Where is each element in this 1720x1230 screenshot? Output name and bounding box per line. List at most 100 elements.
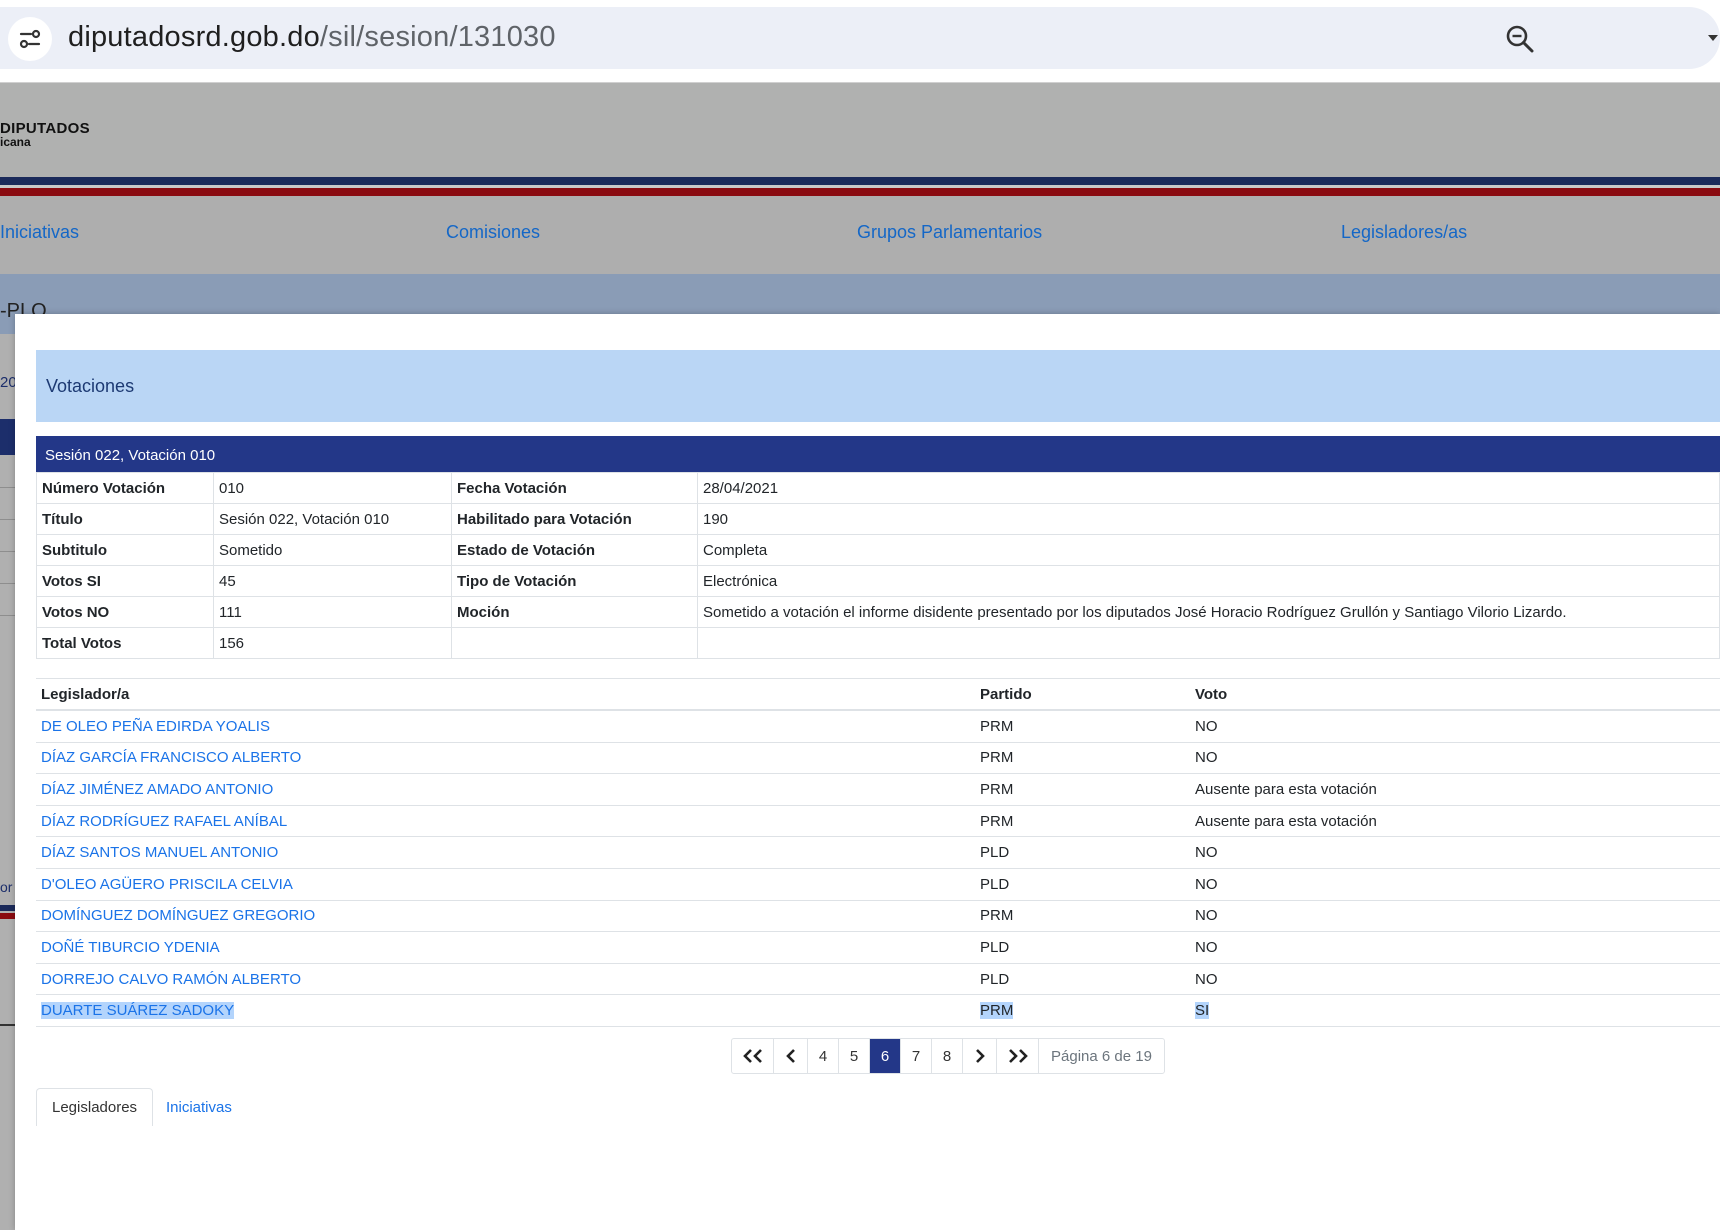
info-label: Estado de Votación — [451, 534, 698, 566]
legislator-link[interactable]: D'OLEO AGÜERO PRISCILA CELVIA — [41, 876, 293, 893]
page-6-button[interactable]: 6 — [870, 1039, 901, 1073]
vote-value: NO — [1195, 749, 1218, 767]
info-row: Número Votación 010 Fecha Votación 28/04/20… — [36, 472, 1720, 504]
party-value: PRM — [980, 749, 1014, 767]
legislator-link[interactable]: DÍAZ GARCÍA FRANCISCO ALBERTO — [41, 749, 301, 766]
table-row: DORREJO CALVO RAMÓN ALBERTO PLD NO — [36, 963, 1720, 996]
modal-title: Votaciones — [46, 376, 135, 396]
tab-iniciativas[interactable]: Iniciativas — [151, 1088, 247, 1126]
header-stripe-navy — [0, 177, 1720, 185]
vote-value: NO — [1195, 717, 1218, 735]
party-cell: PLD — [975, 836, 1190, 869]
info-row: Total Votos 156 — [36, 627, 1720, 659]
page-4-button[interactable]: 4 — [808, 1039, 839, 1073]
legislator-cell: D'OLEO AGÜERO PRISCILA CELVIA — [36, 868, 975, 901]
legislator-link[interactable]: DORREJO CALVO RAMÓN ALBERTO — [41, 971, 301, 988]
table-row: DÍAZ SANTOS MANUEL ANTONIO PLD NO — [36, 836, 1720, 869]
page-7-button[interactable]: 7 — [901, 1039, 932, 1073]
vote-cell: NO — [1190, 836, 1720, 869]
legislator-cell: DÍAZ GARCÍA FRANCISCO ALBERTO — [36, 742, 975, 775]
main-nav: Iniciativas Comisiones Grupos Parlamenta… — [0, 196, 1720, 274]
party-value: PLD — [980, 970, 1010, 988]
info-label: Total Votos — [36, 627, 214, 659]
nav-comisiones[interactable]: Comisiones — [446, 222, 540, 243]
side-fragment: or — [0, 879, 13, 895]
info-label: Fecha Votación — [451, 472, 698, 504]
tab-legisladores[interactable]: Legisladores — [36, 1088, 154, 1126]
address-bar[interactable]: diputadosrd.gob.do/sil/sesion/131030 — [0, 7, 1720, 69]
prev-page-button[interactable] — [774, 1039, 808, 1073]
chevron-down-icon[interactable] — [1708, 35, 1718, 41]
site-info-icon[interactable] — [8, 17, 52, 61]
nav-grupos-parlamentarios[interactable]: Grupos Parlamentarios — [857, 222, 1042, 243]
last-page-button[interactable] — [997, 1039, 1039, 1073]
side-divider — [0, 583, 15, 584]
info-value: 156 — [213, 627, 452, 659]
party-cell: PLD — [975, 931, 1190, 964]
info-label: Título — [36, 503, 214, 535]
vote-value: Ausente para esta votación — [1195, 812, 1377, 830]
party-cell: PRM — [975, 805, 1190, 838]
chevron-right-icon — [975, 1049, 985, 1063]
column-header-legislador: Legislador/a — [36, 678, 975, 711]
side-stripe-red — [0, 913, 15, 919]
first-page-button[interactable] — [732, 1039, 774, 1073]
table-row: DUARTE SUÁREZ SADOKY PRM SI — [36, 994, 1720, 1027]
table-row: DÍAZ GARCÍA FRANCISCO ALBERTO PRM NO — [36, 742, 1720, 775]
party-value: PRM — [980, 812, 1014, 830]
legislator-cell: DE OLEO PEÑA EDIRDA YOALIS — [36, 710, 975, 743]
vote-value: NO — [1195, 907, 1218, 925]
next-page-button[interactable] — [963, 1039, 997, 1073]
info-row: Subtitulo Sometido Estado de Votación Compl… — [36, 534, 1720, 566]
legislator-link[interactable]: DÍAZ JIMÉNEZ AMADO ANTONIO — [41, 781, 273, 798]
party-cell: PRM — [975, 710, 1190, 743]
legislator-cell: DOÑÉ TIBURCIO YDENIA — [36, 931, 975, 964]
legislator-link[interactable]: DÍAZ SANTOS MANUEL ANTONIO — [41, 844, 278, 861]
page-5-button[interactable]: 5 — [839, 1039, 870, 1073]
legislator-link[interactable]: DE OLEO PEÑA EDIRDA YOALIS — [41, 718, 270, 735]
legislator-cell: DÍAZ JIMÉNEZ AMADO ANTONIO — [36, 773, 975, 806]
party-cell: PRM — [975, 773, 1190, 806]
legislator-cell: DÍAZ SANTOS MANUEL ANTONIO — [36, 836, 975, 869]
votes-table: Legislador/a Partido Voto DE OLEO PEÑA E… — [36, 678, 1720, 1027]
vote-cell: NO — [1190, 868, 1720, 901]
double-chevron-right-icon — [1008, 1049, 1028, 1063]
legislator-cell: DÍAZ RODRÍGUEZ RAFAEL ANÍBAL — [36, 805, 975, 838]
info-value: 190 — [697, 503, 1720, 535]
vote-value: NO — [1195, 970, 1218, 988]
column-header-partido: Partido — [975, 678, 1190, 711]
info-label: Votos SI — [36, 565, 214, 597]
site-header: DIPUTADOS icana — [0, 83, 1720, 177]
info-value: 28/04/2021 — [697, 472, 1720, 504]
party-value: PLD — [980, 844, 1010, 862]
legislator-cell: DUARTE SUÁREZ SADOKY — [36, 994, 975, 1027]
url-path: /sil/sesion/131030 — [319, 21, 556, 53]
header-stripe-red — [0, 188, 1720, 196]
nav-legisladores[interactable]: Legisladores/as — [1341, 222, 1467, 243]
session-title: Sesión 022, Votación 010 — [45, 447, 216, 464]
info-label: Subtitulo — [36, 534, 214, 566]
zoom-icon[interactable] — [1504, 23, 1536, 60]
vote-cell: NO — [1190, 710, 1720, 743]
nav-iniciativas[interactable]: Iniciativas — [0, 222, 79, 243]
party-value: PLD — [980, 875, 1010, 893]
party-cell: PLD — [975, 963, 1190, 996]
legislator-link[interactable]: DÍAZ RODRÍGUEZ RAFAEL ANÍBAL — [41, 813, 287, 830]
vote-value: SI — [1195, 1002, 1210, 1020]
url-text[interactable]: diputadosrd.gob.do/sil/sesion/131030 — [68, 21, 556, 54]
party-cell: PRM — [975, 994, 1190, 1027]
legislator-link[interactable]: DOMÍNGUEZ DOMÍNGUEZ GREGORIO — [41, 907, 315, 924]
page-8-button[interactable]: 8 — [932, 1039, 963, 1073]
votaciones-modal: Votaciones Sesión 022, Votación 010 Núme… — [15, 314, 1720, 1230]
info-label: Votos NO — [36, 596, 214, 628]
side-divider — [0, 551, 15, 552]
modal-header: Votaciones — [36, 350, 1720, 422]
info-value: Sometido a votación el informe disidente… — [697, 596, 1720, 628]
legislator-link[interactable]: DUARTE SUÁREZ SADOKY — [41, 1002, 235, 1020]
vote-cell: Ausente para esta votación — [1190, 773, 1720, 806]
vote-cell: Ausente para esta votación — [1190, 805, 1720, 838]
table-row: DÍAZ RODRÍGUEZ RAFAEL ANÍBAL PRM Ausente p… — [36, 805, 1720, 838]
vote-cell: NO — [1190, 931, 1720, 964]
legislator-link[interactable]: DOÑÉ TIBURCIO YDENIA — [41, 939, 220, 956]
info-value: Sometido — [213, 534, 452, 566]
